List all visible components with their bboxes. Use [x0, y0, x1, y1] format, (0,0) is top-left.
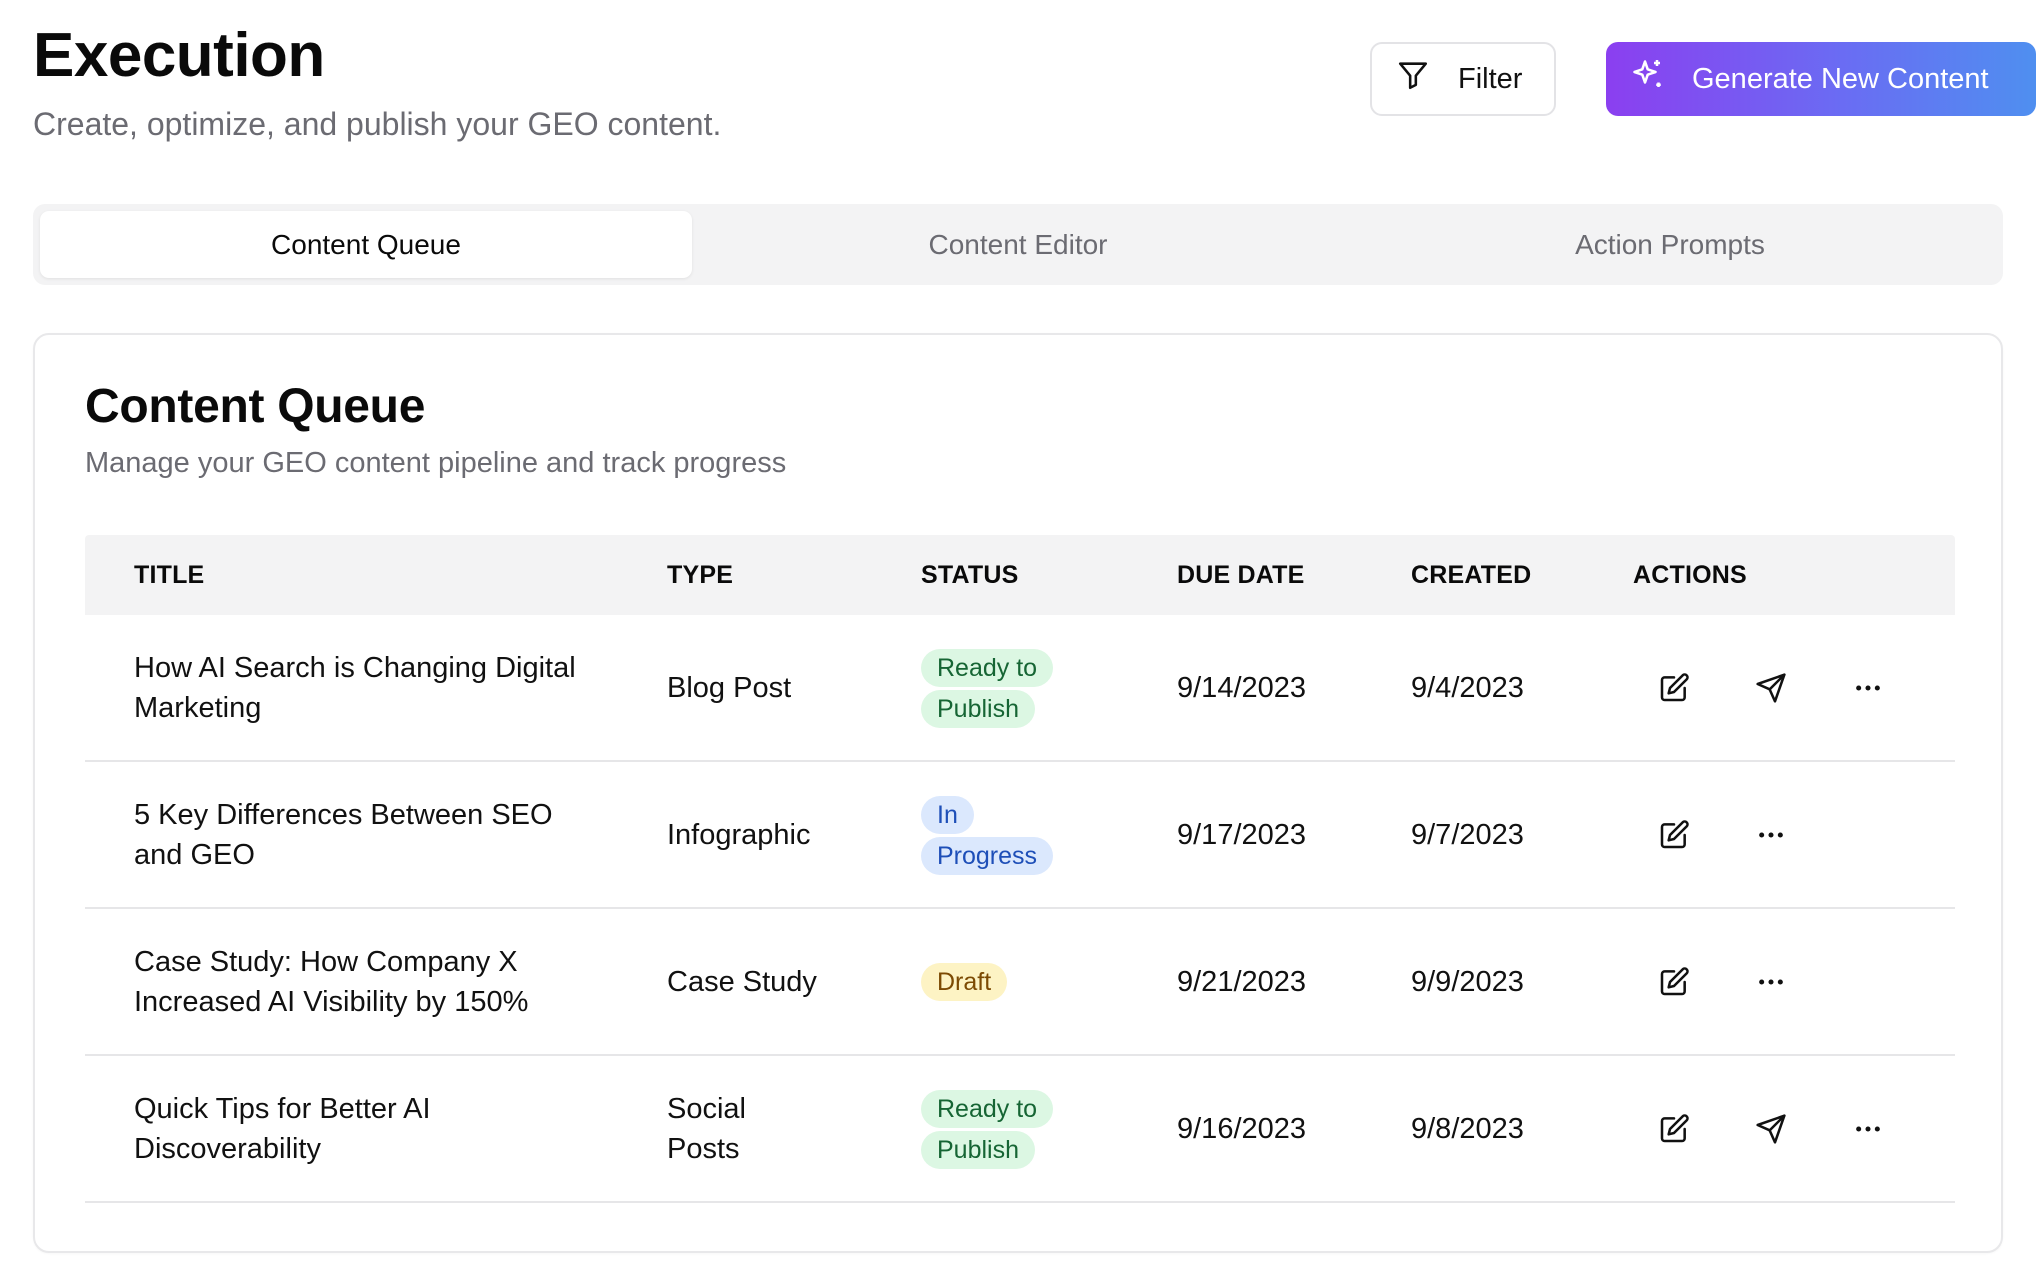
send-icon[interactable]: [1751, 1109, 1791, 1149]
tab-content-queue[interactable]: Content Queue: [40, 211, 692, 278]
row-type: Social Posts: [667, 1092, 746, 1165]
row-due-date: 9/21/2023: [1177, 965, 1307, 998]
row-type: Blog Post: [667, 671, 792, 704]
status-badge: Draft: [921, 963, 1008, 1001]
filter-icon: [1396, 58, 1430, 100]
send-icon[interactable]: [1751, 668, 1791, 708]
sparkles-icon: [1630, 57, 1666, 101]
status-badge: Ready to Publish: [921, 1089, 1054, 1169]
status-cell: Ready to Publish: [921, 647, 1054, 729]
row-created: 9/9/2023: [1411, 965, 1524, 998]
table-row[interactable]: Quick Tips for Better AI Discoverability…: [85, 1056, 1955, 1203]
table-row[interactable]: 5 Key Differences Between SEO and GEO In…: [85, 762, 1955, 909]
row-title[interactable]: Case Study: How Company X Increased AI V…: [134, 942, 594, 1022]
table-header: TITLE TYPE STATUS DUE DATE CREATED ACTIO…: [85, 535, 1955, 615]
column-header-created[interactable]: CREATED: [1411, 561, 1531, 590]
tab-content-editor[interactable]: Content Editor: [692, 211, 1344, 278]
tab-action-prompts[interactable]: Action Prompts: [1344, 211, 1996, 278]
row-type: Infographic: [667, 818, 811, 851]
row-created: 9/7/2023: [1411, 818, 1524, 851]
row-created: 9/4/2023: [1411, 671, 1524, 704]
card-title: Content Queue: [85, 380, 426, 433]
more-icon[interactable]: [1848, 668, 1888, 708]
row-due-date: 9/14/2023: [1177, 671, 1307, 704]
edit-icon[interactable]: [1654, 815, 1694, 855]
column-header-status[interactable]: STATUS: [921, 561, 1091, 590]
filter-label: Filter: [1458, 62, 1523, 95]
card-subtitle: Manage your GEO content pipeline and tra…: [85, 447, 787, 479]
generate-new-content-button[interactable]: Generate New Content: [1606, 42, 2036, 116]
column-header-due-date[interactable]: DUE DATE: [1177, 561, 1305, 590]
column-header-actions: ACTIONS: [1633, 560, 1747, 589]
table-row[interactable]: Case Study: How Company X Increased AI V…: [85, 909, 1955, 1056]
column-header-title[interactable]: TITLE: [134, 561, 594, 590]
content-queue-card: Content Queue Manage your GEO content pi…: [33, 333, 2003, 1253]
row-created: 9/8/2023: [1411, 1112, 1524, 1145]
filter-button[interactable]: Filter: [1370, 42, 1556, 116]
row-due-date: 9/17/2023: [1177, 818, 1307, 851]
edit-icon[interactable]: [1654, 668, 1694, 708]
page-header: Execution Create, optimize, and publish …: [33, 22, 2036, 142]
more-icon[interactable]: [1751, 815, 1791, 855]
more-icon[interactable]: [1848, 1109, 1888, 1149]
row-due-date: 9/16/2023: [1177, 1112, 1307, 1145]
row-title[interactable]: 5 Key Differences Between SEO and GEO: [134, 795, 594, 875]
row-type: Case Study: [667, 965, 817, 998]
status-cell: Draft: [921, 961, 1091, 1002]
status-badge: In Progress: [921, 795, 1054, 875]
generate-label: Generate New Content: [1692, 62, 1989, 95]
tab-bar: Content Queue Content Editor Action Prom…: [33, 204, 2003, 285]
table-row[interactable]: How AI Search is Changing Digital Market…: [85, 615, 1955, 762]
row-title[interactable]: How AI Search is Changing Digital Market…: [134, 648, 594, 728]
status-cell: In Progress: [921, 794, 1054, 876]
edit-icon[interactable]: [1654, 962, 1694, 1002]
more-icon[interactable]: [1751, 962, 1791, 1002]
column-header-type[interactable]: TYPE: [667, 561, 837, 590]
status-cell: Ready to Publish: [921, 1088, 1054, 1170]
edit-icon[interactable]: [1654, 1109, 1694, 1149]
row-title[interactable]: Quick Tips for Better AI Discoverability: [134, 1089, 594, 1169]
status-badge: Ready to Publish: [921, 648, 1054, 728]
content-table: TITLE TYPE STATUS DUE DATE CREATED ACTIO…: [85, 535, 1955, 1203]
